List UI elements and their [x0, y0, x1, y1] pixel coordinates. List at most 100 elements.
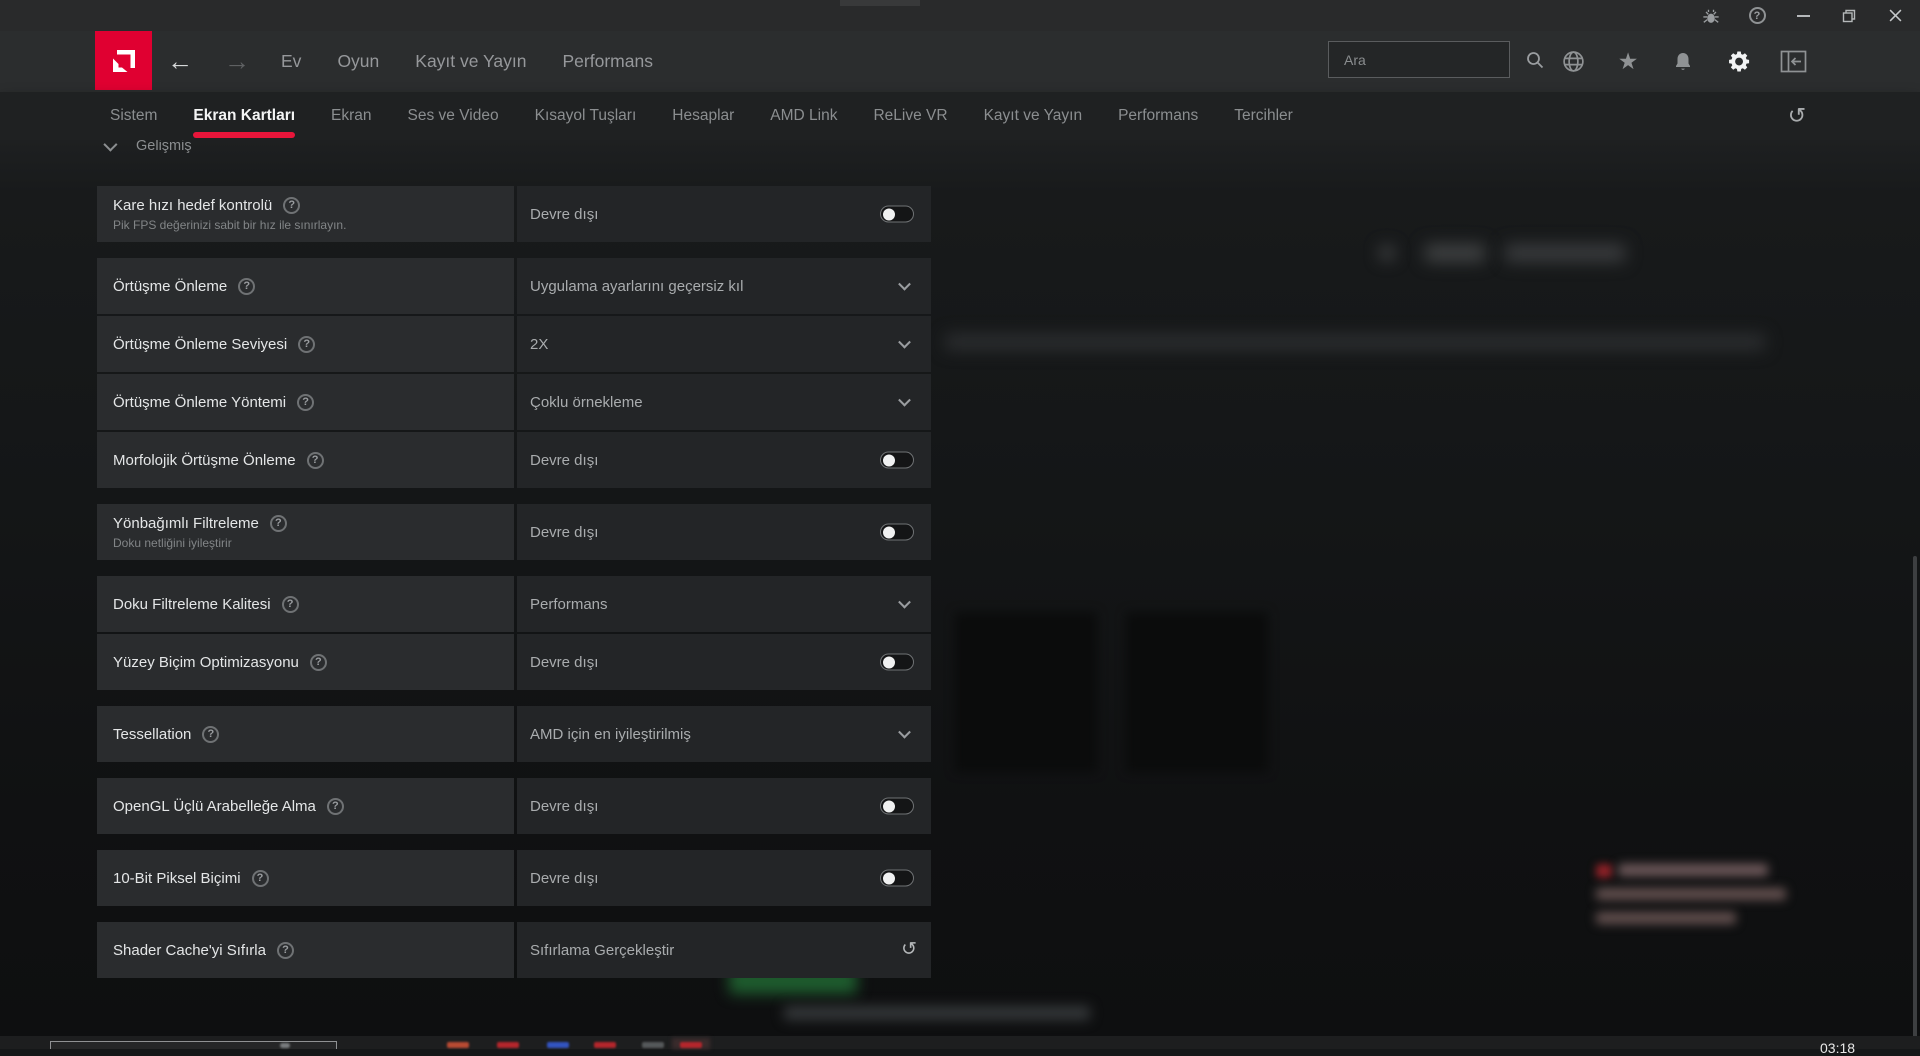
setting-value: Uygulama ayarlarını geçersiz kıl: [530, 277, 744, 295]
collapse-panel-icon[interactable]: [1770, 31, 1816, 92]
nav-menu: Ev Oyun Kayıt ve Yayın Performans: [281, 31, 653, 92]
setting-label: Örtüşme Önleme Yöntemi: [113, 393, 287, 411]
tab-amd-link[interactable]: AMD Link: [770, 92, 837, 140]
setting-value-cell[interactable]: 2X: [517, 316, 931, 372]
amd-logo[interactable]: [95, 31, 152, 90]
tab-ekran-kartlar[interactable]: Ekran Kartları: [193, 92, 295, 140]
blurred-alert-text: [1596, 912, 1736, 924]
toggle-switch-off[interactable]: [880, 653, 914, 671]
help-icon[interactable]: ?: [269, 514, 287, 532]
blurred-text: [1505, 244, 1625, 262]
toggle-switch-off[interactable]: [880, 451, 914, 469]
help-icon[interactable]: ?: [251, 869, 269, 887]
setting-value-cell: Devre dışı: [517, 850, 931, 906]
toggle-switch-off[interactable]: [880, 205, 914, 223]
help-icon[interactable]: ?: [202, 725, 220, 743]
back-arrow-icon[interactable]: ←: [162, 31, 198, 92]
setting-value-cell[interactable]: Uygulama ayarlarını geçersiz kıl: [517, 258, 931, 314]
help-icon[interactable]: ?: [297, 393, 315, 411]
setting-label-cell: Yüzey Biçim Optimizasyonu?: [97, 634, 514, 690]
chevron-down-icon: [898, 277, 911, 291]
help-icon[interactable]: ?: [281, 595, 299, 613]
setting-value-cell: Devre dışı: [517, 778, 931, 834]
tab-performans[interactable]: Performans: [1118, 92, 1198, 140]
setting-label: Tessellation: [113, 725, 192, 743]
globe-icon[interactable]: [1550, 31, 1596, 92]
help-icon[interactable]: ?: [238, 277, 256, 295]
help-icon[interactable]: ?: [309, 653, 327, 671]
setting-value: 2X: [530, 335, 549, 353]
nav-item-oyun[interactable]: Oyun: [337, 51, 379, 72]
setting-value-cell: Devre dışı: [517, 634, 931, 690]
setting-value-cell[interactable]: Performans: [517, 576, 931, 632]
setting-value-cell[interactable]: Çoklu örnekleme: [517, 374, 931, 430]
help-icon[interactable]: ?: [276, 941, 294, 959]
setting-value: Performans: [530, 595, 608, 613]
taskbar-app-icon[interactable]: [642, 1042, 664, 1048]
setting-value: Devre dışı: [530, 451, 599, 469]
toggle-knob: [883, 526, 895, 538]
toggle-switch-off[interactable]: [880, 797, 914, 815]
tab-relive-vr[interactable]: ReLive VR: [873, 92, 947, 140]
tab-kay-t-ve-yay-n[interactable]: Kayıt ve Yayın: [984, 92, 1083, 140]
taskbar-app-icon[interactable]: [497, 1042, 519, 1048]
setting-value: AMD için en iyileştirilmiş: [530, 725, 691, 743]
nav-item-ev[interactable]: Ev: [281, 51, 301, 72]
search-input[interactable]: [1329, 51, 1525, 68]
setting-value: Çoklu örnekleme: [530, 393, 643, 411]
help-icon[interactable]: ?: [326, 797, 344, 815]
maximize-icon[interactable]: [1826, 0, 1872, 31]
help-icon[interactable]: ?: [283, 196, 301, 214]
taskbar-search-box[interactable]: [50, 1041, 337, 1049]
setting-label: Yönbağımlı Filtreleme: [113, 514, 259, 532]
taskbar-app-icon[interactable]: [547, 1042, 569, 1048]
setting-value: Devre dışı: [530, 205, 599, 223]
star-icon[interactable]: ★: [1605, 31, 1651, 92]
help-icon[interactable]: ?: [298, 335, 316, 353]
nav-item-kay-t-ve-yay-n[interactable]: Kayıt ve Yayın: [415, 51, 526, 72]
settings-gear-icon[interactable]: [1715, 31, 1761, 92]
help-icon[interactable]: ?: [306, 451, 324, 469]
setting-value: Sıfırlama Gerçekleştir: [530, 941, 675, 959]
search-box[interactable]: [1328, 41, 1544, 78]
toggle-knob: [883, 208, 895, 220]
help-icon[interactable]: ?: [1734, 0, 1780, 31]
setting-label-cell: Yönbağımlı Filtreleme? Doku netliğini iyi…: [97, 504, 514, 560]
chevron-down-icon: [898, 725, 911, 739]
setting-label: OpenGL Üçlü Arabelleğe Alma: [113, 797, 316, 815]
tab-sistem[interactable]: Sistem: [110, 92, 157, 140]
taskbar-app-icon[interactable]: [447, 1042, 469, 1048]
setting-value-cell: Sıfırlama Gerçekleştir ↺: [517, 922, 931, 978]
tab-k-sayol-tu-lar[interactable]: Kısayol Tuşları: [535, 92, 637, 140]
taskbar-app-icon[interactable]: [680, 1042, 702, 1048]
setting-label: 10-Bit Piksel Biçimi: [113, 869, 241, 887]
setting-label-cell: Morfolojik Örtüşme Önleme?: [97, 432, 514, 488]
window-titlebar: ?: [0, 0, 1920, 31]
search-icon[interactable]: [1525, 50, 1545, 70]
setting-label: Morfolojik Örtüşme Önleme: [113, 451, 296, 469]
setting-label: Doku Filtreleme Kalitesi: [113, 595, 271, 613]
settings-content: Gelişmiş Kare hızı hedef kontrolü? Pik FP…: [0, 140, 1920, 1036]
setting-row-morfolojik-rt-me-nleme: Morfolojik Örtüşme Önleme? Devre dışı: [97, 432, 931, 488]
tab-ses-ve-video[interactable]: Ses ve Video: [408, 92, 499, 140]
toggle-knob: [883, 454, 895, 466]
bug-report-icon[interactable]: [1688, 0, 1734, 31]
taskbar-app-icon[interactable]: [594, 1042, 616, 1048]
blurred-icon: [1380, 246, 1394, 260]
setting-row-opengl-l-arabelle-e-alma: OpenGL Üçlü Arabelleğe Alma? Devre dışı: [97, 778, 931, 834]
setting-label: Kare hızı hedef kontrolü: [113, 196, 273, 214]
setting-value-cell[interactable]: AMD için en iyileştirilmiş: [517, 706, 931, 762]
tab-tercihler[interactable]: Tercihler: [1234, 92, 1293, 140]
reset-icon[interactable]: ↺: [901, 938, 917, 961]
tab-hesaplar[interactable]: Hesaplar: [672, 92, 734, 140]
nav-item-performans[interactable]: Performans: [563, 51, 653, 72]
close-icon[interactable]: [1872, 0, 1918, 31]
toggle-switch-off[interactable]: [880, 869, 914, 887]
notifications-bell-icon[interactable]: [1660, 31, 1706, 92]
forward-arrow-icon[interactable]: →: [219, 31, 255, 92]
scrollbar-thumb[interactable]: [1913, 556, 1917, 1045]
restore-defaults-icon[interactable]: ↺: [1782, 101, 1812, 131]
tab-ekran[interactable]: Ekran: [331, 92, 372, 140]
toggle-switch-off[interactable]: [880, 523, 914, 541]
minimize-icon[interactable]: [1780, 0, 1826, 31]
